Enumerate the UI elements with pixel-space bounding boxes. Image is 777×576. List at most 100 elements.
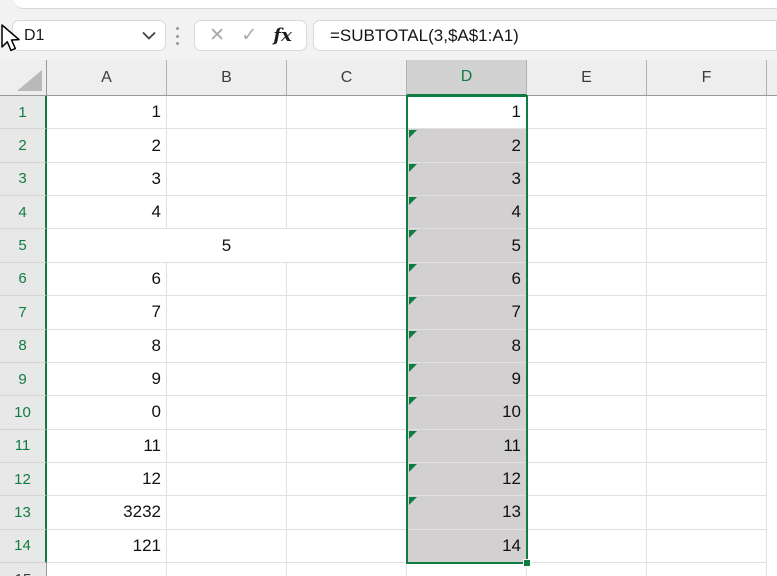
- cell-B8[interactable]: [167, 329, 287, 363]
- cell-F15[interactable]: [647, 563, 767, 576]
- row-header-14[interactable]: 14: [0, 529, 47, 564]
- cell-E7[interactable]: [527, 296, 647, 330]
- cell-F2[interactable]: [647, 129, 767, 163]
- cell-F3[interactable]: [647, 162, 767, 197]
- cell-E15[interactable]: [527, 563, 647, 576]
- chevron-down-icon[interactable]: [142, 31, 156, 40]
- cell-E1[interactable]: [527, 96, 647, 130]
- row-header-7[interactable]: 7: [0, 296, 47, 330]
- cell-E12[interactable]: [527, 462, 647, 497]
- cell-D9[interactable]: 9: [407, 362, 527, 397]
- cell-A2[interactable]: 2: [47, 129, 167, 163]
- cell-B1[interactable]: [167, 96, 287, 130]
- cell-A3[interactable]: 3: [47, 162, 167, 197]
- cell-D10[interactable]: 10: [407, 396, 527, 430]
- cell-E8[interactable]: [527, 329, 647, 363]
- cell-D6[interactable]: 6: [407, 262, 527, 297]
- cell-F7[interactable]: [647, 296, 767, 330]
- cell-D12[interactable]: 12: [407, 462, 527, 497]
- cell-E14[interactable]: [527, 529, 647, 564]
- col-header-F[interactable]: F: [647, 60, 767, 96]
- row-header-15[interactable]: 15: [0, 563, 47, 576]
- cell-B2[interactable]: [167, 129, 287, 163]
- cell-C13[interactable]: [287, 496, 407, 530]
- cell-B11[interactable]: [167, 429, 287, 463]
- cell-merged-A5[interactable]: 5: [47, 229, 407, 263]
- cell-B6[interactable]: [167, 262, 287, 297]
- cell-F1[interactable]: [647, 96, 767, 130]
- col-header-D[interactable]: D: [407, 60, 527, 96]
- cell-C6[interactable]: [287, 262, 407, 297]
- cell-A4[interactable]: 4: [47, 196, 167, 230]
- col-header-E[interactable]: E: [527, 60, 647, 96]
- cell-F6[interactable]: [647, 262, 767, 297]
- row-header-9[interactable]: 9: [0, 362, 47, 397]
- row-header-8[interactable]: 8: [0, 329, 47, 363]
- cell-E3[interactable]: [527, 162, 647, 197]
- cell-A8[interactable]: 8: [47, 329, 167, 363]
- cell-E9[interactable]: [527, 362, 647, 397]
- cell-D2[interactable]: 2: [407, 129, 527, 163]
- cell-C10[interactable]: [287, 396, 407, 430]
- cell-F12[interactable]: [647, 462, 767, 497]
- cell-C3[interactable]: [287, 162, 407, 197]
- cell-A15[interactable]: [47, 563, 167, 576]
- cell-F14[interactable]: [647, 529, 767, 564]
- cell-C8[interactable]: [287, 329, 407, 363]
- cell-E13[interactable]: [527, 496, 647, 530]
- cell-C11[interactable]: [287, 429, 407, 463]
- cell-F8[interactable]: [647, 329, 767, 363]
- row-header-11[interactable]: 11: [0, 429, 47, 463]
- cell-D14[interactable]: 14: [407, 529, 527, 564]
- cell-E2[interactable]: [527, 129, 647, 163]
- cell-A10[interactable]: 0: [47, 396, 167, 430]
- cell-E4[interactable]: [527, 196, 647, 230]
- cell-D15[interactable]: [407, 563, 527, 576]
- cell-F4[interactable]: [647, 196, 767, 230]
- cell-C1[interactable]: [287, 96, 407, 130]
- row-header-3[interactable]: 3: [0, 162, 47, 197]
- cell-F9[interactable]: [647, 362, 767, 397]
- cell-D1[interactable]: 1: [407, 96, 527, 130]
- cell-B12[interactable]: [167, 462, 287, 497]
- row-header-2[interactable]: 2: [0, 129, 47, 163]
- cell-B14[interactable]: [167, 529, 287, 564]
- cell-C12[interactable]: [287, 462, 407, 497]
- cell-C9[interactable]: [287, 362, 407, 397]
- cell-A6[interactable]: 6: [47, 262, 167, 297]
- cell-A13[interactable]: 3232: [47, 496, 167, 530]
- cell-B3[interactable]: [167, 162, 287, 197]
- cell-A1[interactable]: 1: [47, 96, 167, 130]
- select-all-corner[interactable]: [0, 60, 47, 96]
- cell-B7[interactable]: [167, 296, 287, 330]
- row-header-5[interactable]: 5: [0, 229, 47, 263]
- row-header-12[interactable]: 12: [0, 462, 47, 497]
- cell-F5[interactable]: [647, 229, 767, 263]
- cell-D8[interactable]: 8: [407, 329, 527, 363]
- cell-D7[interactable]: 7: [407, 296, 527, 330]
- row-header-1[interactable]: 1: [0, 96, 47, 130]
- cell-E5[interactable]: [527, 229, 647, 263]
- cell-F10[interactable]: [647, 396, 767, 430]
- cell-F13[interactable]: [647, 496, 767, 530]
- cell-D3[interactable]: 3: [407, 162, 527, 197]
- cell-A12[interactable]: 12: [47, 462, 167, 497]
- cell-C2[interactable]: [287, 129, 407, 163]
- fill-handle[interactable]: [523, 559, 531, 568]
- cell-C4[interactable]: [287, 196, 407, 230]
- cell-A7[interactable]: 7: [47, 296, 167, 330]
- col-header-C[interactable]: C: [287, 60, 407, 96]
- row-header-4[interactable]: 4: [0, 196, 47, 230]
- row-header-6[interactable]: 6: [0, 262, 47, 297]
- cell-D4[interactable]: 4: [407, 196, 527, 230]
- cell-D13[interactable]: 13: [407, 496, 527, 530]
- cell-F11[interactable]: [647, 429, 767, 463]
- row-header-13[interactable]: 13: [0, 496, 47, 530]
- cell-A11[interactable]: 11: [47, 429, 167, 463]
- cell-C7[interactable]: [287, 296, 407, 330]
- cell-E6[interactable]: [527, 262, 647, 297]
- cell-A14[interactable]: 121: [47, 529, 167, 564]
- name-box[interactable]: D1: [12, 20, 166, 51]
- cell-D5[interactable]: 5: [407, 229, 527, 263]
- col-header-A[interactable]: A: [47, 60, 167, 96]
